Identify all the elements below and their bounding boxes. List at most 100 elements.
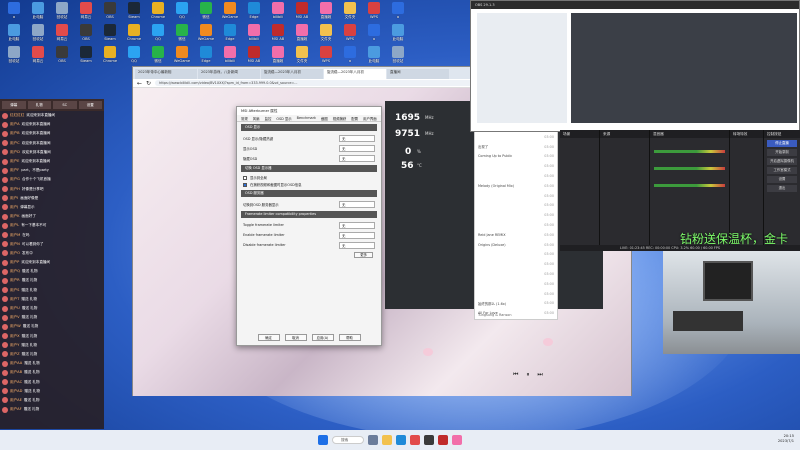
desktop-icon[interactable]: 回收站 (26, 24, 50, 46)
desktop-icon[interactable]: Chrome (98, 46, 122, 68)
chat-username[interactable]: 用户R (10, 278, 20, 283)
chat-username[interactable]: 用户V (10, 315, 20, 320)
chat-username[interactable]: 用户P (10, 260, 19, 265)
desktop-icon[interactable]: 微信 (170, 24, 194, 46)
desktop-icon[interactable]: 直播姬 (266, 46, 290, 68)
chat-username[interactable]: 用户M (10, 233, 20, 238)
hotkey-field[interactable]: 无 (339, 231, 375, 239)
desktop-icon[interactable]: 回收站 (50, 2, 74, 24)
desktop-icon[interactable]: 此电脑 (2, 24, 26, 46)
desktop-icon[interactable]: 直播姬 (290, 24, 314, 46)
chat-username[interactable]: 用户T (10, 297, 19, 302)
desktop-icon[interactable]: bilibili (266, 2, 290, 24)
chat-tab[interactable]: 设置 (78, 101, 102, 109)
chat-username[interactable]: 用户H (10, 187, 20, 192)
chat-username[interactable]: 用户AE (10, 398, 22, 403)
chat-username[interactable]: 用户O (10, 251, 20, 256)
prev-icon[interactable]: ⏮ (513, 371, 518, 379)
chat-username[interactable]: 用户Z (10, 352, 20, 357)
chat-username[interactable]: 用户K (10, 214, 20, 219)
chat-username[interactable]: 用户G (10, 177, 20, 182)
chat-username[interactable]: 用户AF (10, 407, 22, 412)
desktop-icon[interactable]: bilibili (242, 24, 266, 46)
afterburner-icon[interactable] (438, 435, 448, 445)
osd-checkbox[interactable]: 显示到全局 (237, 174, 381, 181)
dialog-tab[interactable]: 配置 (351, 116, 358, 121)
bilibili-icon[interactable] (452, 435, 462, 445)
chat-username[interactable]: 用户D (10, 150, 20, 155)
desktop-icon[interactable]: QQ (170, 2, 194, 24)
dialog-tab[interactable]: 常规 (241, 116, 248, 121)
chat-username[interactable]: 用户AD (10, 389, 22, 394)
desktop-icon[interactable]: Steam (122, 2, 146, 24)
dialog-tab[interactable]: Benchmark (297, 116, 316, 120)
chat-username[interactable]: 用户L (10, 223, 19, 228)
stop-stream-button[interactable]: 停止直播 (767, 140, 797, 147)
song-row[interactable]: 出现了 03:00 (475, 142, 557, 152)
chat-username[interactable]: 用户J (10, 205, 18, 210)
desktop-icon[interactable]: 此电脑 (362, 46, 386, 68)
desktop-icon[interactable]: 微信 (194, 2, 218, 24)
song-row[interactable]: Reid Jane REMIX 03:00 (475, 230, 557, 240)
desktop-icon[interactable]: OBS (74, 24, 98, 46)
song-row[interactable]: 03:00 (475, 220, 557, 230)
next-icon[interactable]: ⏭ (537, 371, 542, 379)
desktop-icon[interactable]: 文件夹 (290, 46, 314, 68)
edge-icon[interactable] (396, 435, 406, 445)
desktop-icon[interactable]: WeGame (194, 24, 218, 46)
desktop-icon[interactable]: Steam (98, 24, 122, 46)
desktop-icon[interactable]: 直播姬 (314, 2, 338, 24)
chat-username[interactable]: 用户F (10, 168, 19, 173)
dialog-tab[interactable]: 风扇 (253, 116, 260, 121)
song-row[interactable]: 03:00 (475, 210, 557, 220)
apply-button[interactable]: 应用(A) (311, 334, 334, 341)
desktop-icon[interactable]: 此电脑 (386, 24, 410, 46)
task-view-icon[interactable] (368, 435, 378, 445)
dialog-tab[interactable]: 截图 (321, 116, 328, 121)
browser-tab[interactable]: 旋流稳—2023年八月初 (261, 69, 323, 79)
chat-username[interactable]: 用户N (10, 242, 20, 247)
hotkey-field[interactable]: 无 (339, 144, 375, 152)
chat-username[interactable]: 用户E (10, 159, 19, 164)
song-row[interactable]: 03:00 (475, 171, 557, 181)
song-row[interactable]: Melody (Original Mix) 03:00 (475, 181, 557, 191)
desktop-icon[interactable]: QQ (146, 24, 170, 46)
desktop-icon[interactable]: a (386, 2, 410, 24)
chat-username[interactable]: 用户I (10, 196, 18, 201)
chat-tab[interactable]: 弹幕 (2, 101, 26, 109)
virtual-camera-button[interactable]: 开启虚拟摄像机 (767, 158, 797, 165)
desktop-icon[interactable]: MSI AB (266, 24, 290, 46)
dialog-tab[interactable]: 用户界面 (363, 116, 377, 121)
chat-tab[interactable]: 礼物 (27, 101, 51, 109)
exit-button[interactable]: 退出 (767, 185, 797, 192)
song-row[interactable]: 03:00 (475, 269, 557, 279)
desktop-icon[interactable]: 文件夹 (338, 2, 362, 24)
song-row[interactable]: Coming Up to Public 03:00 (475, 152, 557, 162)
song-row[interactable]: Origins (Deluxe) 03:00 (475, 240, 557, 250)
song-row[interactable]: 03:00 (475, 250, 557, 260)
desktop-icon[interactable]: MSI AB (290, 2, 314, 24)
desktop-icon[interactable]: Steam (74, 46, 98, 68)
desktop-icon[interactable]: OBS (50, 46, 74, 68)
desktop-icon[interactable]: a (362, 24, 386, 46)
start-icon[interactable] (318, 435, 328, 445)
browser-tab[interactable]: 2023年帝中心最新相 (135, 69, 197, 79)
hotkey-field[interactable]: 无 (339, 134, 375, 142)
desktop-icon[interactable]: 此电脑 (26, 2, 50, 24)
song-row[interactable]: 03:00 (475, 161, 557, 171)
chat-username[interactable]: 红红红红 (10, 113, 24, 118)
desktop-icon[interactable]: OBS (98, 2, 122, 24)
chat-tab[interactable]: SC (53, 101, 77, 109)
chat-username[interactable]: 用户U (10, 306, 20, 311)
song-row[interactable]: 03:00 (475, 289, 557, 299)
desktop-icon[interactable]: WPS (314, 46, 338, 68)
hotkey-field[interactable]: 无 (339, 221, 375, 229)
osd-checkbox[interactable]: 在捕获视频和截图时显示OSD信息 (237, 181, 381, 188)
desktop-icon[interactable]: 网易云 (74, 2, 98, 24)
more-button[interactable]: 更多 (354, 252, 373, 258)
browser-tab[interactable]: 直播间 (387, 69, 449, 79)
chat-username[interactable]: 用户Q (10, 269, 20, 274)
desktop-icon[interactable]: 网易云 (26, 46, 50, 68)
song-row[interactable]: 03:00 (475, 259, 557, 269)
chat-username[interactable]: 用户B (10, 131, 20, 136)
